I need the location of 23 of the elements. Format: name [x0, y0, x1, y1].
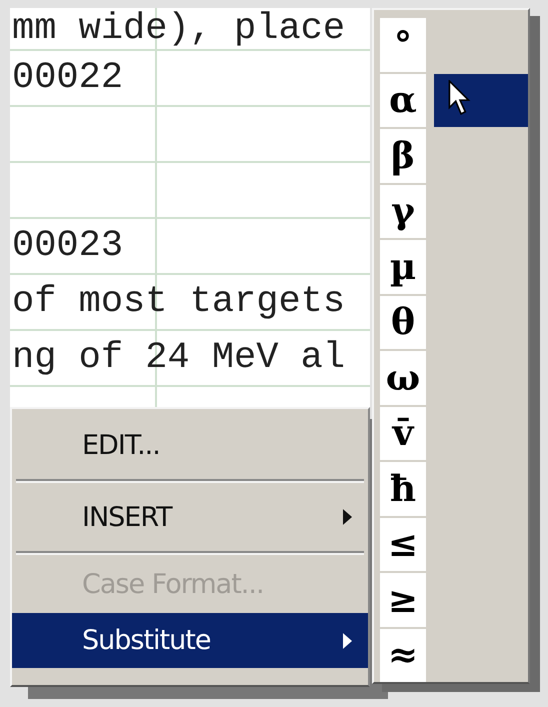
cell-text: ng of 24 MeV al: [12, 337, 346, 379]
menu-item[interactable]: EDIT...: [12, 411, 368, 479]
symbol-item[interactable]: ≈: [380, 628, 426, 682]
symbol-item[interactable]: ≥: [380, 573, 426, 626]
mouse-pointer-icon: [448, 80, 472, 116]
symbol-item[interactable]: α: [380, 74, 426, 127]
symbol-item[interactable]: v̄: [380, 406, 426, 460]
cell-text: of most targets: [12, 281, 346, 323]
symbol-item[interactable]: ω: [380, 351, 426, 404]
menu-item[interactable]: Substitute: [12, 613, 368, 668]
symbol-item[interactable]: °: [380, 18, 426, 72]
symbol-item[interactable]: θ: [380, 296, 426, 349]
cell-text: mm wide), place: [12, 8, 346, 50]
symbol-item[interactable]: γ: [380, 184, 426, 238]
submenu-arrow-icon: [343, 632, 352, 648]
menu-item[interactable]: INSERT: [12, 483, 368, 551]
submenu-arrow-icon: [343, 509, 352, 525]
symbol-item[interactable]: µ: [380, 240, 426, 294]
symbol-item[interactable]: ħ: [380, 462, 426, 516]
cell-text: 00022: [12, 57, 124, 99]
symbol-item[interactable]: ≤: [380, 518, 426, 571]
cell-text: 00023: [12, 225, 124, 267]
symbol-item[interactable]: β: [380, 129, 426, 182]
